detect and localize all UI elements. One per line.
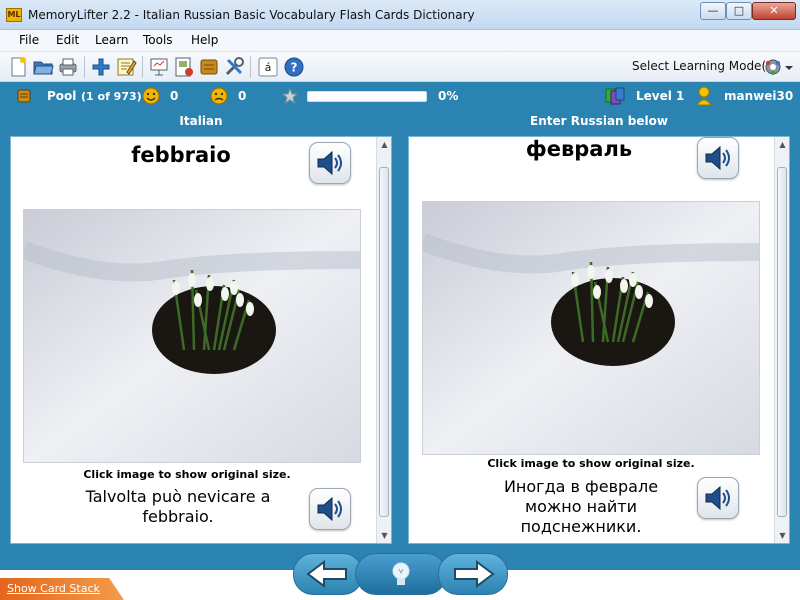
svg-text:á: á bbox=[265, 61, 272, 74]
answer-audio-button[interactable] bbox=[697, 137, 739, 179]
scroll-thumb[interactable] bbox=[379, 167, 389, 517]
speaker-icon bbox=[705, 145, 730, 171]
level-boxes-icon bbox=[605, 87, 625, 105]
scroll-up-icon[interactable]: ▲ bbox=[775, 137, 789, 152]
previous-card-button[interactable] bbox=[293, 553, 363, 595]
speaker-icon bbox=[317, 150, 342, 176]
print-icon[interactable] bbox=[57, 56, 79, 78]
module-icon[interactable] bbox=[198, 56, 220, 78]
edit-icon[interactable] bbox=[115, 56, 137, 78]
card-icon[interactable] bbox=[173, 56, 195, 78]
star-icon bbox=[282, 88, 298, 104]
arrow-left-icon bbox=[306, 560, 347, 588]
answer-sentence: Иногда в феврале можно найти подснежники… bbox=[503, 477, 659, 536]
close-button[interactable]: ✕ bbox=[752, 2, 796, 20]
answer-image-caption: Click image to show original size. bbox=[487, 457, 695, 470]
answer-header: Enter Russian below bbox=[530, 114, 668, 128]
select-learning-mode-label[interactable]: Select Learning Mode(s) bbox=[632, 59, 777, 73]
app-icon: ML bbox=[6, 8, 22, 22]
user-name: manwei30 bbox=[724, 89, 794, 103]
question-word: febbraio bbox=[131, 143, 231, 167]
snowdrop-photo-icon bbox=[423, 202, 759, 454]
sad-face-icon bbox=[210, 87, 228, 105]
pool-icon bbox=[17, 89, 31, 103]
special-character-icon[interactable]: á bbox=[257, 56, 279, 78]
toolbar-separator bbox=[142, 56, 143, 78]
toolbar-separator bbox=[84, 56, 85, 78]
question-sentence-audio-button[interactable] bbox=[309, 488, 351, 530]
show-card-stack-link[interactable]: Show Card Stack bbox=[7, 582, 100, 595]
question-image-caption: Click image to show original size. bbox=[83, 468, 291, 481]
correct-count: 0 bbox=[170, 89, 179, 103]
menu-help[interactable]: Help bbox=[191, 33, 218, 47]
scroll-down-icon[interactable]: ▼ bbox=[775, 528, 789, 543]
presentation-icon[interactable] bbox=[148, 56, 170, 78]
speaker-icon bbox=[317, 496, 342, 522]
level-label: Level 1 bbox=[636, 89, 685, 103]
open-icon[interactable] bbox=[32, 56, 54, 78]
progress-percent: 0% bbox=[438, 89, 459, 103]
maximize-button[interactable]: □ bbox=[726, 2, 752, 20]
add-icon[interactable] bbox=[90, 56, 112, 78]
user-icon bbox=[696, 86, 712, 106]
window-title: MemoryLifter 2.2 - Italian Russian Basic… bbox=[28, 8, 475, 22]
toolbar-separator bbox=[250, 56, 251, 78]
question-panel: febbraio Click image to show original si… bbox=[10, 136, 392, 544]
gear-icon[interactable] bbox=[762, 56, 784, 78]
menu-edit[interactable]: Edit bbox=[56, 33, 79, 47]
menu-file[interactable]: File bbox=[19, 33, 39, 47]
menu-learn[interactable]: Learn bbox=[95, 33, 129, 47]
lightbulb-icon bbox=[392, 562, 410, 585]
answer-scrollbar[interactable]: ▲ ▼ bbox=[774, 137, 789, 543]
menu-bar: File Edit Learn Tools Help bbox=[0, 30, 800, 52]
card-frame: Italian Enter Russian below febbraio Cli… bbox=[0, 110, 800, 570]
svg-text:?: ? bbox=[291, 61, 298, 75]
status-bar: Pool (1 of 973) 0 0 0% Level 1 manwei30 bbox=[0, 82, 800, 110]
wrong-count: 0 bbox=[238, 89, 247, 103]
snowdrop-photo-icon bbox=[24, 210, 360, 462]
title-bar: ML MemoryLifter 2.2 - Italian Russian Ba… bbox=[0, 0, 800, 30]
scroll-thumb[interactable] bbox=[777, 167, 787, 517]
pool-label: Pool bbox=[47, 89, 77, 103]
minimize-button[interactable]: — bbox=[700, 2, 726, 20]
progress-bar bbox=[307, 91, 427, 102]
show-card-stack-tab[interactable]: Show Card Stack bbox=[0, 578, 124, 600]
pool-count: (1 of 973) bbox=[81, 90, 142, 103]
arrow-right-icon bbox=[454, 560, 495, 588]
toolbar: á ? Select Learning Mode(s) bbox=[0, 52, 800, 82]
scroll-up-icon[interactable]: ▲ bbox=[377, 137, 391, 152]
hint-button[interactable] bbox=[355, 553, 447, 595]
snowdrop-image[interactable] bbox=[23, 209, 361, 463]
answer-panel: февраль Click image to show original siz… bbox=[408, 136, 790, 544]
question-sentence: Talvolta può nevicare a febbraio. bbox=[85, 487, 271, 526]
new-icon[interactable] bbox=[7, 56, 29, 78]
question-audio-button[interactable] bbox=[309, 142, 351, 184]
snowdrop-image[interactable] bbox=[422, 201, 760, 455]
help-icon[interactable]: ? bbox=[283, 56, 305, 78]
happy-face-icon bbox=[142, 87, 160, 105]
tools-icon[interactable] bbox=[223, 56, 245, 78]
answer-sentence-audio-button[interactable] bbox=[697, 477, 739, 519]
menu-tools[interactable]: Tools bbox=[143, 33, 173, 47]
speaker-icon bbox=[705, 485, 730, 511]
question-scrollbar[interactable]: ▲ ▼ bbox=[376, 137, 391, 543]
question-header: Italian bbox=[179, 114, 223, 128]
scroll-down-icon[interactable]: ▼ bbox=[377, 528, 391, 543]
chevron-down-icon[interactable] bbox=[784, 56, 794, 78]
next-card-button[interactable] bbox=[438, 553, 508, 595]
